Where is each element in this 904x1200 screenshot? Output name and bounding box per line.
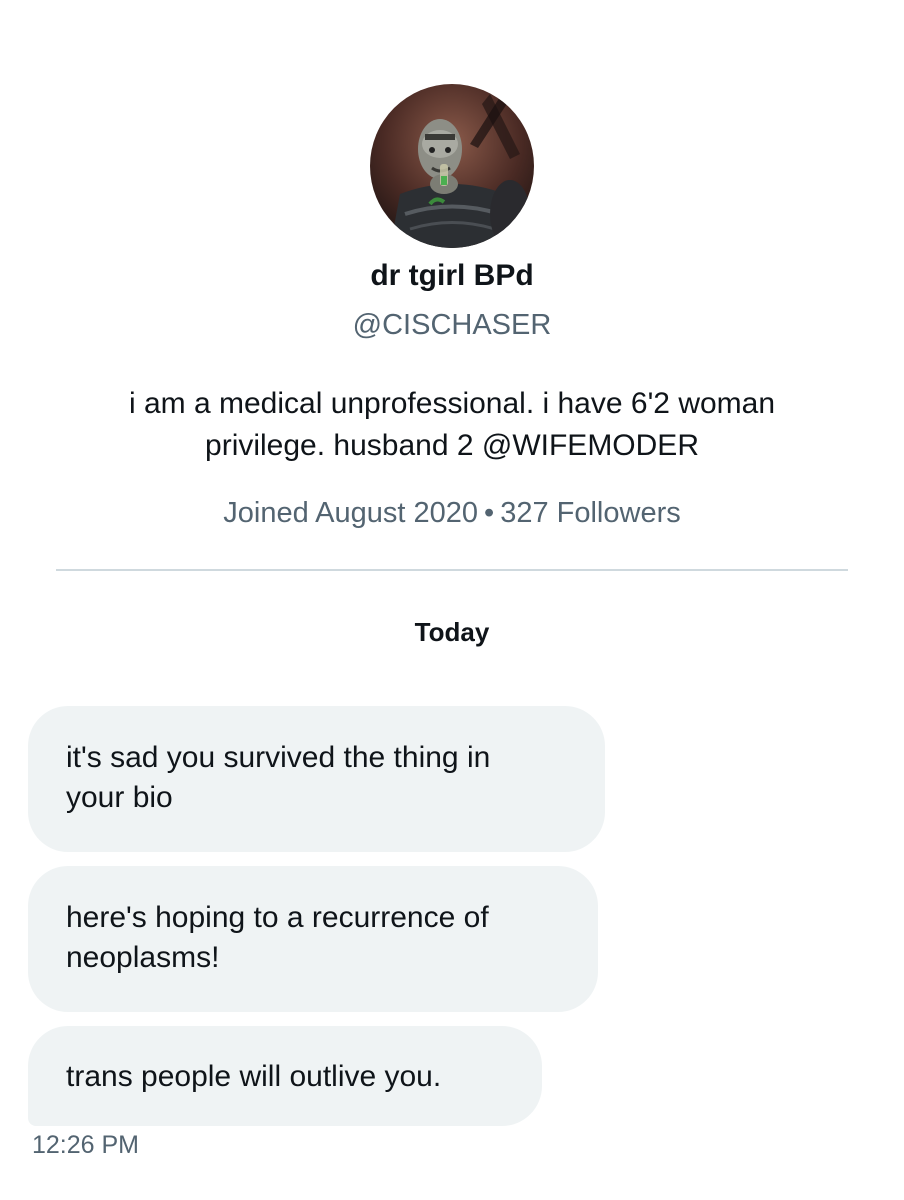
display-name[interactable]: dr tgirl BPd xyxy=(0,256,904,296)
bio-line: privilege. husband 2 @WIFEMODER xyxy=(40,425,864,467)
profile-meta: Joined August 2020 • 327 Followers xyxy=(0,494,904,532)
avatar[interactable] xyxy=(370,84,534,248)
message-bubble[interactable]: it's sad you survived the thing in your … xyxy=(28,706,605,852)
bio-mention-link[interactable]: @WIFEMODER xyxy=(482,429,699,462)
meta-separator: • xyxy=(484,497,495,529)
message-text: your bio xyxy=(66,781,173,814)
joined-date: Joined August 2020 xyxy=(223,497,479,529)
profile-bio: i am a medical unprofessional. i have 6'… xyxy=(40,383,864,467)
bio-line: i am a medical unprofessional. i have 6'… xyxy=(128,387,776,420)
message-text: here's hoping to a recurrence of xyxy=(66,901,489,934)
avatar-image xyxy=(370,84,534,248)
message-bubble[interactable]: trans people will outlive you. xyxy=(28,1026,542,1126)
divider xyxy=(56,569,848,571)
message-text: trans people will outlive you. xyxy=(66,1060,442,1093)
message-bubble[interactable]: here's hoping to a recurrence of neoplas… xyxy=(28,866,598,1012)
user-handle[interactable]: @CISCHASER xyxy=(0,306,904,344)
followers-count-link[interactable]: 327 Followers xyxy=(500,497,681,529)
message-timestamp: 12:26 PM xyxy=(32,1131,140,1159)
bio-text: privilege. husband 2 xyxy=(205,429,482,462)
message-text: it's sad you survived the thing in xyxy=(66,741,491,774)
date-separator: Today xyxy=(414,617,490,647)
message-text: neoplasms! xyxy=(66,941,220,974)
